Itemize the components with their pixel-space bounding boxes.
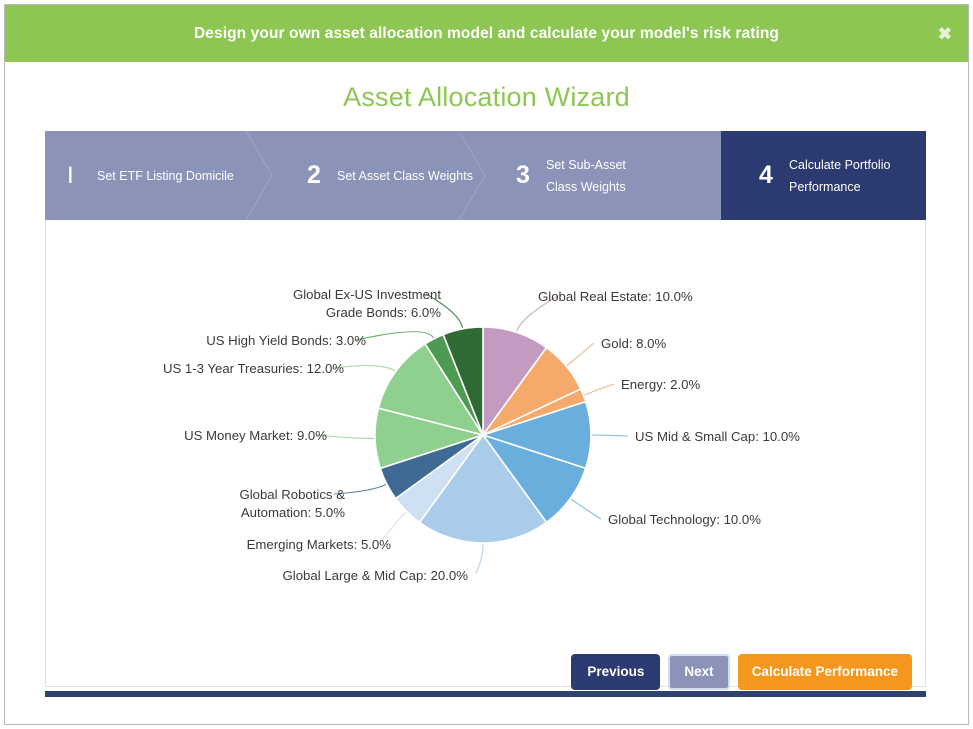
step-3-number: 3 xyxy=(516,161,530,189)
step-1-label: Set ETF Listing Domicile xyxy=(97,168,234,183)
pie-leader-line xyxy=(566,342,595,366)
calculate-performance-button[interactable]: Calculate Performance xyxy=(737,654,912,690)
step-1-number: I xyxy=(67,161,74,189)
step-1-chevron-icon xyxy=(246,131,274,220)
asset-allocation-wizard-screen: Design your own asset allocation model a… xyxy=(0,0,973,729)
wizard-step-2[interactable]: 2 Set Asset Class Weights xyxy=(273,131,486,220)
wizard-actions: Previous Next Calculate Performance xyxy=(46,653,925,691)
step-2-label: Set Asset Class Weights xyxy=(337,168,473,183)
previous-button[interactable]: Previous xyxy=(571,654,661,690)
step-3-chevron-icon xyxy=(694,131,722,220)
wizard-step-1[interactable]: I Set ETF Listing Domicile xyxy=(45,131,273,220)
banner-message: Design your own asset allocation model a… xyxy=(193,24,780,42)
pie-label-us-1-3-year-treasuries: US 1-3 Year Treasuries: 12.0% xyxy=(162,361,344,376)
next-button[interactable]: Next xyxy=(668,654,730,690)
pie-label-gold: Gold: 8.0% xyxy=(601,336,667,351)
pie-leader-line xyxy=(570,498,602,520)
pie-leader-line xyxy=(584,383,615,396)
wizard-step-bar: I Set ETF Listing Domicile 2 Set Asset C… xyxy=(45,131,926,220)
pie-leader-line xyxy=(591,434,629,437)
pie-label-global-technology: Global Technology: 10.0% xyxy=(608,512,761,527)
pie-label-energy: Energy: 2.0% xyxy=(621,377,701,392)
pie-leader-line xyxy=(475,543,484,574)
step-4-number: 4 xyxy=(759,161,773,189)
pie-label-us-money-market: US Money Market: 9.0% xyxy=(184,428,327,443)
pie-label-us-high-yield-bonds: US High Yield Bonds: 3.0% xyxy=(206,333,366,348)
close-icon[interactable]: ✖ xyxy=(938,25,952,42)
portfolio-allocation-pie-chart: Global Real Estate: 10.0% Gold: 8.0% Ene… xyxy=(46,221,925,631)
page-title: Asset Allocation Wizard xyxy=(343,82,630,112)
footer-bar xyxy=(45,691,926,697)
pie-label-exus-line1: Global Ex-US Investment xyxy=(292,287,441,302)
pie-label-global-robotics-automation: Global Robotics & Automation: 5.0% xyxy=(46,486,345,522)
pie-label-robotics-line2: Automation: 5.0% xyxy=(240,505,345,520)
pie-label-us-mid-small-cap: US Mid & Small Cap: 10.0% xyxy=(635,429,800,444)
header-banner: Design your own asset allocation model a… xyxy=(5,5,968,62)
pie-leader-line xyxy=(355,331,435,341)
pie-label-exus-line2: Grade Bonds: 6.0% xyxy=(325,305,441,320)
step-4-label: Calculate Portfolio Performance xyxy=(789,157,891,194)
wizard-step-3[interactable]: 3 Set Sub-Asset Class Weights xyxy=(486,131,721,220)
pie-label-robotics-line1: Global Robotics & xyxy=(239,487,345,502)
wizard-step-4[interactable]: 4 Calculate Portfolio Performance xyxy=(721,131,926,220)
step-2-number: 2 xyxy=(307,161,321,189)
pie-label-emerging-markets: Emerging Markets: 5.0% xyxy=(246,537,391,552)
step-3-label: Set Sub-Asset Class Weights xyxy=(546,157,626,194)
pie-label-global-large-mid-cap: Global Large & Mid Cap: 20.0% xyxy=(282,568,468,583)
pie-label-global-ex-us-investment-grade-bonds: Global Ex-US Investment Grade Bonds: 6.0… xyxy=(46,286,441,322)
pie-label-global-real-estate: Global Real Estate: 10.0% xyxy=(538,289,693,304)
